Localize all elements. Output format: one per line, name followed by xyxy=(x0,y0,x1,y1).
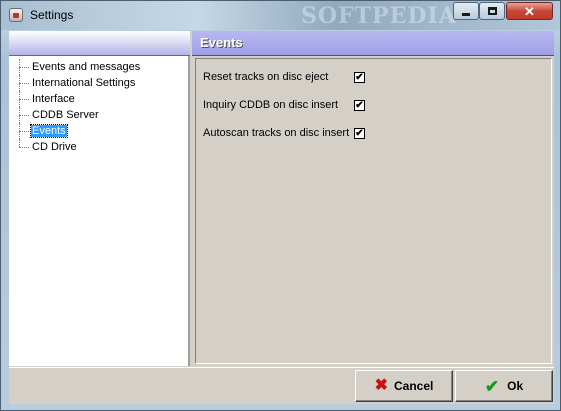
settings-tree-panel: Events and messages International Settin… xyxy=(9,31,190,366)
app-icon[interactable] xyxy=(9,8,23,22)
option-label: Autoscan tracks on disc insert xyxy=(203,127,350,139)
ok-button[interactable]: ✔ Ok xyxy=(455,370,553,402)
dialog-client-area: Events and messages International Settin… xyxy=(9,31,554,404)
minimize-button[interactable] xyxy=(453,2,479,20)
maximize-button[interactable] xyxy=(479,2,505,20)
option-label: Inquiry CDDB on disc insert xyxy=(203,99,339,111)
page-header: Events xyxy=(192,31,554,56)
cancel-button[interactable]: ✖ Cancel xyxy=(355,370,453,402)
button-bar: ✖ Cancel ✔ Ok xyxy=(9,367,554,404)
tree-item-international-settings[interactable]: International Settings xyxy=(19,75,141,91)
ok-check-icon: ✔ xyxy=(484,376,500,396)
tree-item-label: International Settings xyxy=(32,77,136,89)
autoscan-tracks-checkbox[interactable]: ✔ xyxy=(354,128,365,139)
cancel-button-label: Cancel xyxy=(394,379,434,393)
title-bar[interactable]: Settings SOFTPEDIA ✕ xyxy=(1,1,560,30)
settings-tree: Events and messages International Settin… xyxy=(19,59,141,155)
tree-item-label: CDDB Server xyxy=(32,109,99,121)
tree-item-cddb-server[interactable]: CDDB Server xyxy=(19,107,141,123)
settings-window: Settings SOFTPEDIA ✕ Events and messages… xyxy=(0,0,561,411)
tree-item-label: CD Drive xyxy=(32,141,77,153)
inquiry-cddb-checkbox[interactable]: ✔ xyxy=(354,100,365,111)
maximize-icon xyxy=(487,7,497,15)
events-options-panel: Reset tracks on disc eject ✔ Inquiry CDD… xyxy=(195,58,552,364)
option-label: Reset tracks on disc eject xyxy=(203,71,329,83)
tree-item-events-and-messages[interactable]: Events and messages xyxy=(19,59,141,75)
tree-item-events[interactable]: Events xyxy=(19,123,141,139)
close-button[interactable]: ✕ xyxy=(506,2,553,20)
tree-item-interface[interactable]: Interface xyxy=(19,91,141,107)
tree-header xyxy=(9,31,190,56)
watermark: SOFTPEDIA xyxy=(301,3,457,29)
tree-item-label: Events and messages xyxy=(32,61,141,73)
page-title: Events xyxy=(200,35,243,50)
minimize-icon xyxy=(462,13,470,16)
reset-tracks-checkbox[interactable]: ✔ xyxy=(354,72,365,83)
window-title: Settings xyxy=(30,8,74,22)
cancel-x-icon: ✖ xyxy=(374,377,389,394)
tree-item-cd-drive[interactable]: CD Drive xyxy=(19,139,141,155)
ok-button-label: Ok xyxy=(507,379,524,393)
tree-item-label: Interface xyxy=(32,93,75,105)
tree-item-label: Events xyxy=(30,124,68,138)
close-icon: ✕ xyxy=(524,3,535,19)
